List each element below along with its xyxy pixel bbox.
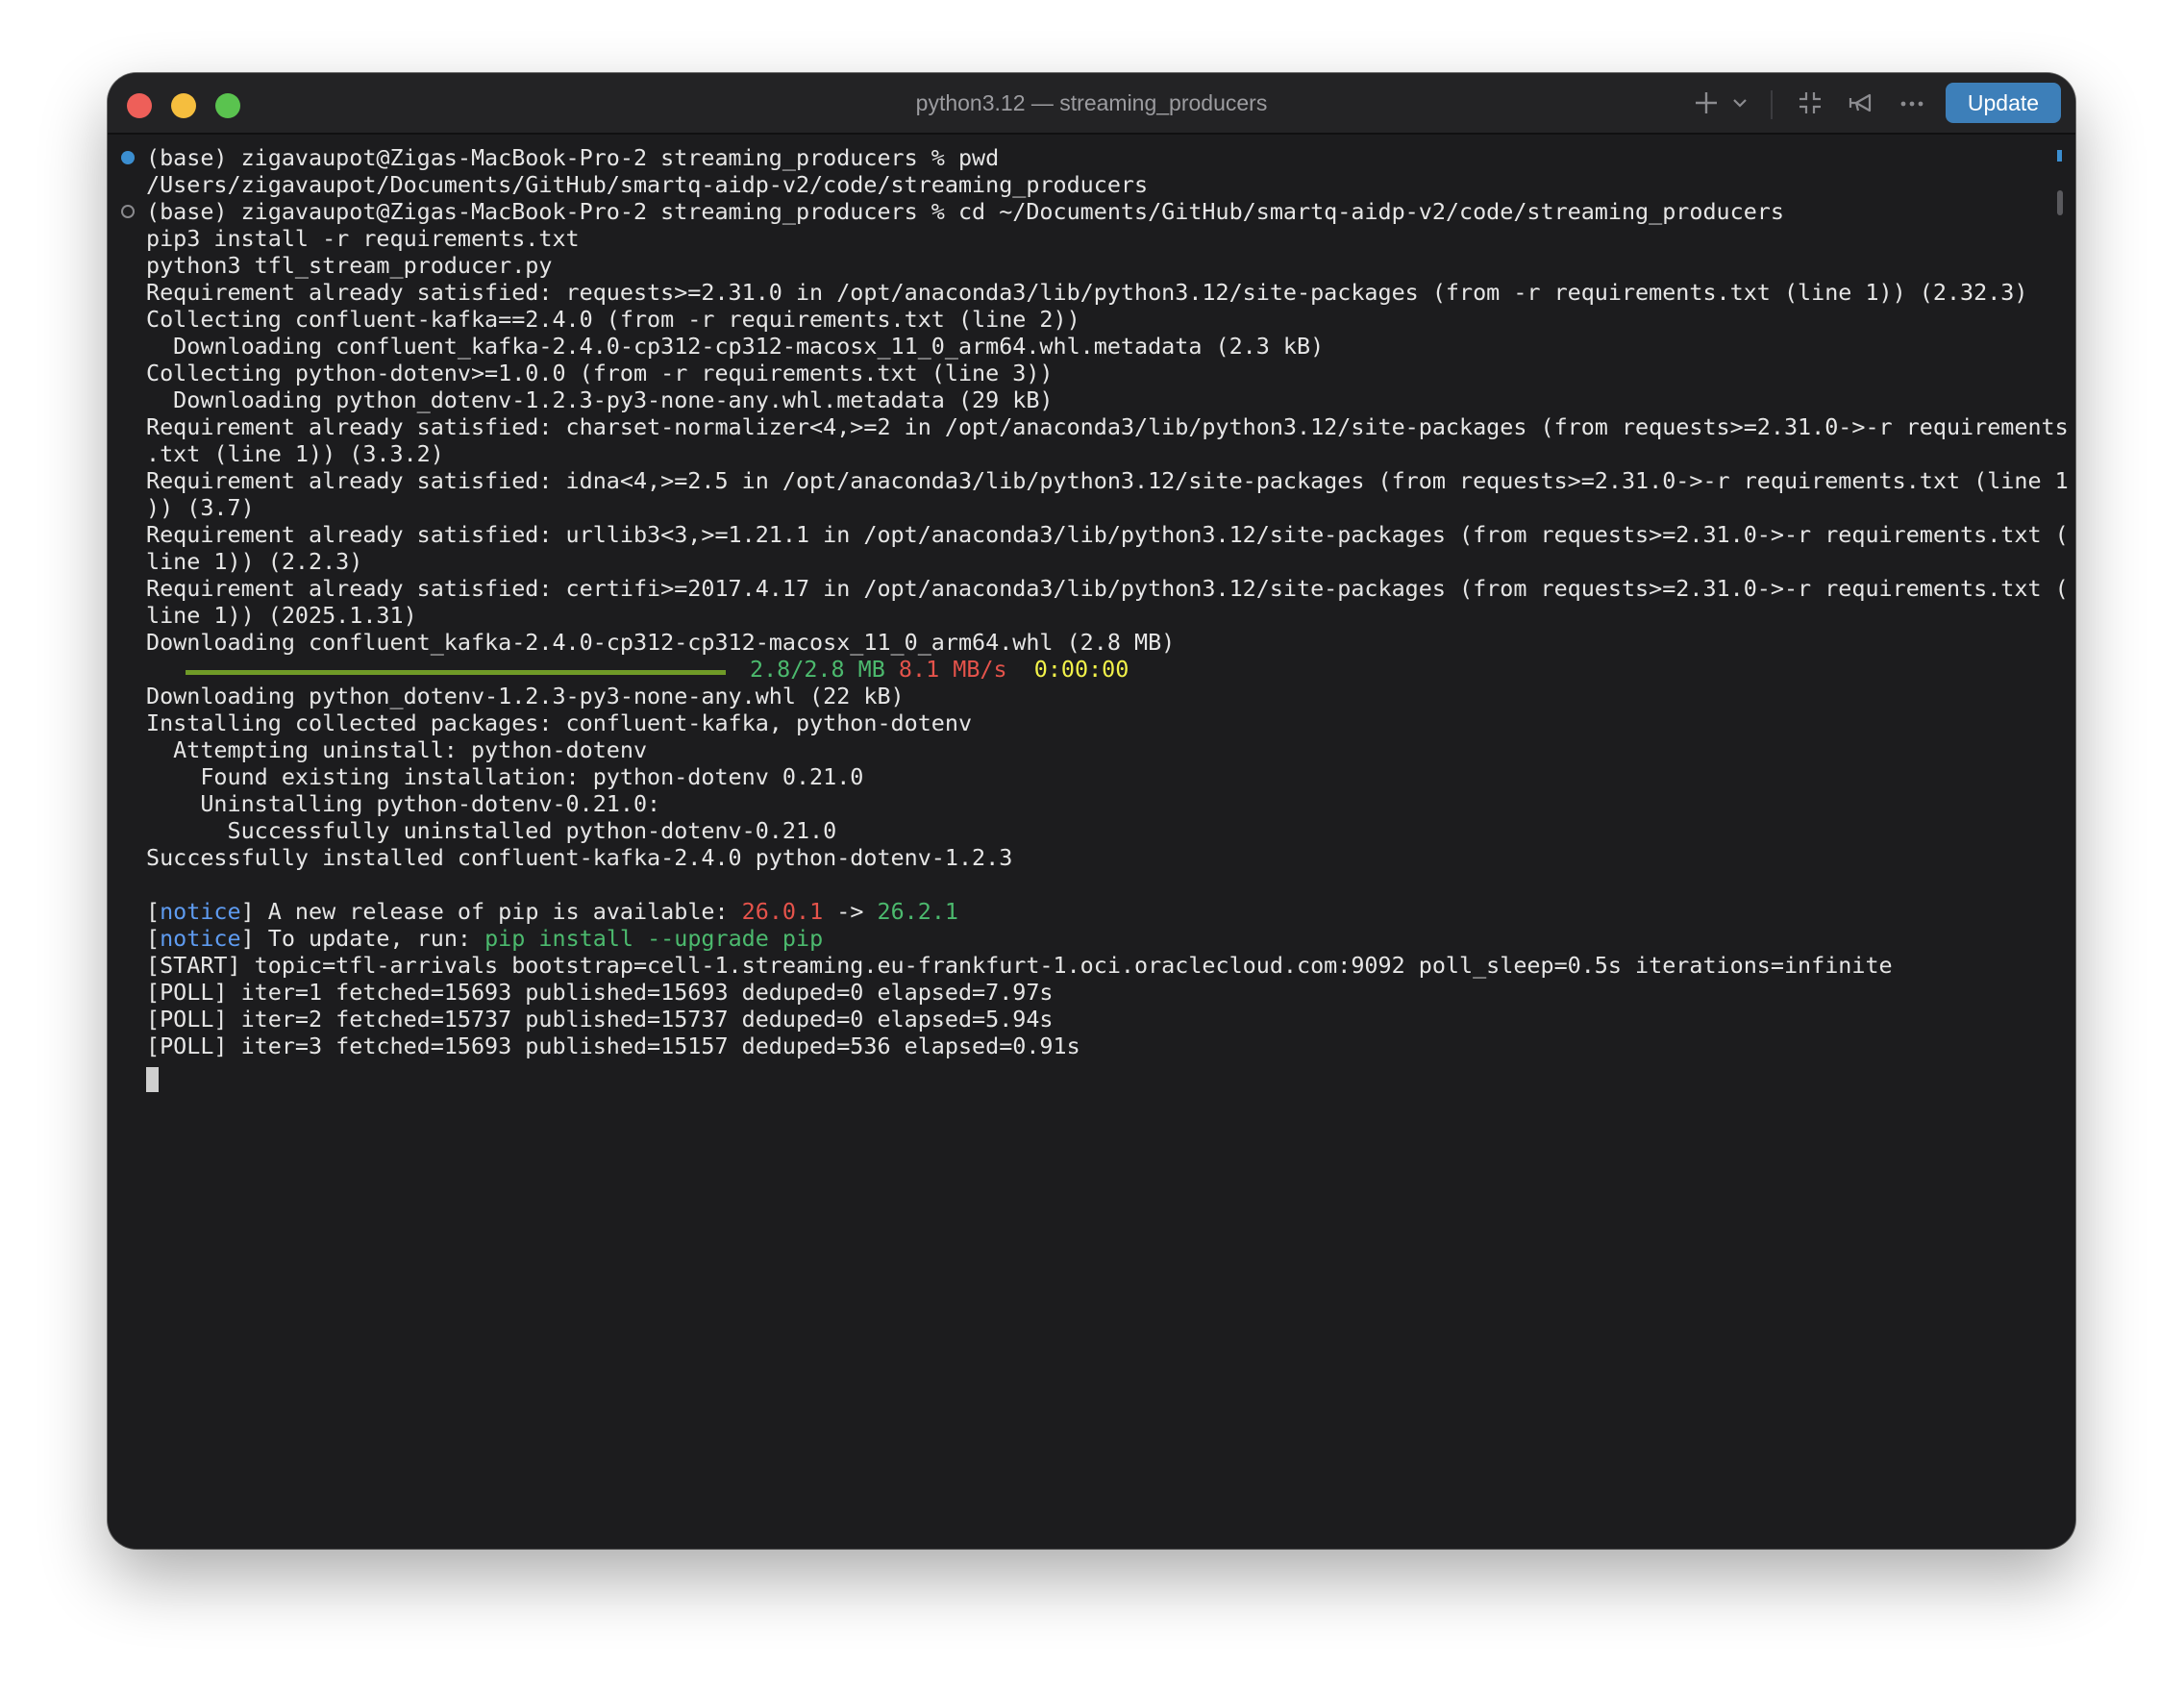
terminal-line: Requirement already satisfied: requests>… bbox=[146, 279, 2028, 306]
terminal-line: Successfully uninstalled python-dotenv-0… bbox=[146, 817, 837, 844]
terminal-line: Downloading confluent_kafka-2.4.0-cp312-… bbox=[146, 333, 1325, 360]
progress-speed: 8.1 MB/s bbox=[898, 656, 1007, 683]
terminal-line: [POLL] iter=1 fetched=15693 published=15… bbox=[146, 979, 1054, 1006]
chevron-down-icon[interactable] bbox=[1728, 88, 1751, 117]
progress-eta: 0:00:00 bbox=[1033, 656, 1129, 683]
terminal-line: Requirement already satisfied: certifi>=… bbox=[146, 575, 2069, 602]
terminal-line: (base) zigavaupot@Zigas-MacBook-Pro-2 st… bbox=[146, 198, 1784, 225]
scrollbar-thumb[interactable] bbox=[2057, 190, 2063, 215]
terminal-line: Downloading python_dotenv-1.2.3-py3-none… bbox=[146, 683, 905, 709]
terminal-line: [START] topic=tfl-arrivals bootstrap=cel… bbox=[146, 952, 1893, 979]
terminal-line: python3 tfl_stream_producer.py bbox=[146, 252, 553, 279]
terminal-line: [POLL] iter=2 fetched=15737 published=15… bbox=[146, 1006, 1054, 1033]
scroll-marker bbox=[2057, 150, 2062, 162]
terminal-line: [POLL] iter=3 fetched=15693 published=15… bbox=[146, 1033, 1080, 1059]
terminal-line: Found existing installation: python-dote… bbox=[146, 763, 864, 790]
notice-tag: notice bbox=[160, 925, 241, 952]
terminal-line: )) (3.7) bbox=[146, 494, 255, 521]
download-progress-bar bbox=[186, 670, 726, 675]
terminal-line: pip3 install -r requirements.txt bbox=[146, 225, 580, 252]
notice-tag: notice bbox=[160, 898, 241, 925]
update-button[interactable]: Update bbox=[1946, 83, 2061, 123]
command-running-marker bbox=[121, 205, 135, 218]
terminal-line: Collecting confluent-kafka==2.4.0 (from … bbox=[146, 306, 1080, 333]
terminal-line: Uninstalling python-dotenv-0.21.0: bbox=[146, 790, 661, 817]
toolbar-separator bbox=[1771, 90, 1773, 119]
terminal-line: Installing collected packages: confluent… bbox=[146, 709, 973, 736]
collapse-icon[interactable] bbox=[1796, 88, 1824, 117]
terminal-output[interactable]: (base) zigavaupot@Zigas-MacBook-Pro-2 st… bbox=[108, 135, 2069, 1549]
terminal-line: .txt (line 1)) (3.3.2) bbox=[146, 440, 444, 467]
upgrade-command: pip install --upgrade pip bbox=[484, 925, 824, 952]
old-pip-version: 26.0.1 bbox=[741, 898, 824, 925]
terminal-line: line 1)) (2025.1.31) bbox=[146, 602, 417, 629]
text-cursor bbox=[146, 1067, 159, 1092]
title-bar: python3.12 — streaming_producers Update bbox=[108, 73, 2075, 135]
broadcast-icon[interactable] bbox=[1846, 88, 1878, 117]
terminal-line: /Users/zigavaupot/Documents/GitHub/smart… bbox=[146, 171, 1149, 198]
terminal-line: (base) zigavaupot@Zigas-MacBook-Pro-2 st… bbox=[146, 144, 1000, 171]
new-pip-version: 26.2.1 bbox=[877, 898, 959, 925]
progress-size: 2.8/2.8 MB bbox=[750, 656, 885, 683]
terminal-line: Requirement already satisfied: charset-n… bbox=[146, 413, 2069, 440]
ellipsis-icon[interactable] bbox=[1898, 88, 1926, 117]
terminal-window: python3.12 — streaming_producers Update bbox=[108, 73, 2075, 1549]
terminal-line: Requirement already satisfied: idna<4,>=… bbox=[146, 467, 2069, 494]
plus-icon[interactable] bbox=[1692, 88, 1721, 117]
terminal-line: Downloading confluent_kafka-2.4.0-cp312-… bbox=[146, 629, 1176, 656]
pip-notice-update: [notice] To update, run: pip install --u… bbox=[146, 925, 824, 952]
terminal-line: line 1)) (2.2.3) bbox=[146, 548, 363, 575]
terminal-line: Requirement already satisfied: urllib3<3… bbox=[146, 521, 2069, 548]
terminal-line: Downloading python_dotenv-1.2.3-py3-none… bbox=[146, 386, 1054, 413]
pip-notice-release: [notice] A new release of pip is availab… bbox=[146, 898, 958, 925]
command-success-marker bbox=[121, 151, 135, 164]
terminal-line: Collecting python-dotenv>=1.0.0 (from -r… bbox=[146, 360, 1054, 386]
terminal-line: Attempting uninstall: python-dotenv bbox=[146, 736, 648, 763]
progress-stats: 2.8/2.8 MB 8.1 MB/s 0:00:00 bbox=[750, 656, 1129, 683]
terminal-line: Successfully installed confluent-kafka-2… bbox=[146, 844, 1013, 871]
window-title: python3.12 — streaming_producers bbox=[915, 90, 1268, 115]
